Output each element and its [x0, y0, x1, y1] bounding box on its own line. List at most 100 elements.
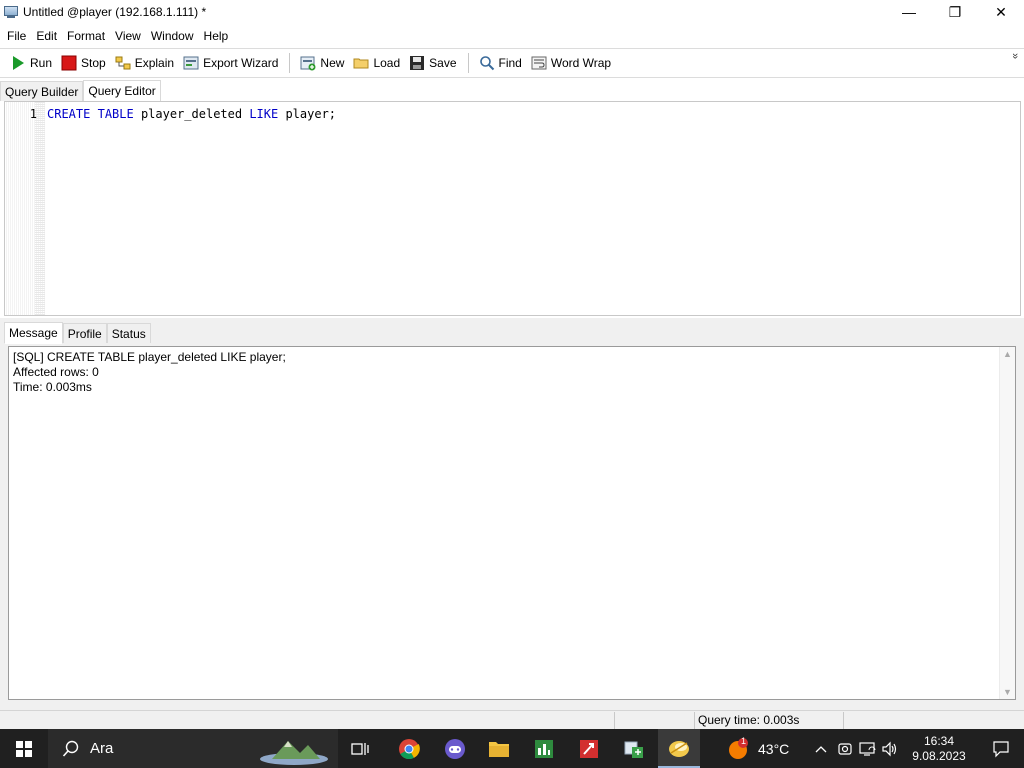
- run-button[interactable]: Run: [6, 52, 56, 74]
- fold-margin: [35, 102, 45, 315]
- notification-icon: [993, 740, 1009, 757]
- scroll-up-icon[interactable]: ▲: [1003, 349, 1012, 359]
- menu-file[interactable]: File: [2, 29, 31, 43]
- stop-icon: [61, 55, 77, 71]
- taskbar: Ara 1 43°C 16:34 9.08.2023: [0, 729, 1024, 768]
- sql-text: player_deleted: [133, 107, 250, 121]
- red-app-taskbar-button[interactable]: [569, 729, 609, 768]
- folder-icon: [489, 741, 509, 757]
- chrome-icon: [399, 738, 420, 759]
- sql-keyword: LIKE: [249, 107, 279, 121]
- tab-query-editor[interactable]: Query Editor: [83, 80, 161, 102]
- explain-icon: [115, 56, 131, 70]
- chrome-taskbar-button[interactable]: [389, 729, 429, 768]
- menu-window[interactable]: Window: [146, 29, 199, 43]
- folder-icon: [353, 58, 369, 69]
- navicat-icon: [669, 740, 689, 757]
- message-line: Time: 0.003ms: [13, 380, 92, 394]
- toolbar-separator: [467, 53, 469, 73]
- database-app-taskbar-button[interactable]: [614, 729, 654, 768]
- message-output[interactable]: [SQL] CREATE TABLE player_deleted LIKE p…: [8, 346, 1016, 700]
- network-icon: [859, 741, 876, 756]
- game-app-taskbar-button[interactable]: [435, 729, 475, 768]
- explain-button[interactable]: Explain: [111, 52, 178, 74]
- new-button[interactable]: New: [296, 52, 348, 74]
- restore-icon: ❐: [948, 3, 962, 20]
- start-button[interactable]: [0, 729, 48, 768]
- search-highlight-icon: [260, 741, 328, 765]
- tab-query-builder[interactable]: Query Builder: [0, 81, 84, 101]
- status-bar: Query time: 0.003s: [0, 710, 1024, 730]
- editor-tabs: Query Builder Query Editor: [0, 79, 161, 102]
- menu-help[interactable]: Help: [199, 29, 234, 43]
- message-line: Affected rows: 0: [13, 365, 99, 379]
- status-divider: [694, 712, 695, 729]
- sql-editor[interactable]: 1 CREATE TABLE player_deleted LIKE playe…: [4, 101, 1021, 316]
- minimize-icon: —: [902, 4, 916, 20]
- export-icon: [183, 56, 199, 70]
- volume-icon: [882, 741, 897, 756]
- sql-keyword: TABLE: [97, 107, 134, 121]
- notifications-button[interactable]: [978, 729, 1024, 768]
- save-button[interactable]: Save: [405, 52, 460, 74]
- tab-status[interactable]: Status: [106, 323, 151, 343]
- stop-button[interactable]: Stop: [57, 52, 110, 74]
- volume-button[interactable]: [880, 729, 900, 768]
- new-query-icon: [300, 56, 316, 71]
- gamepad-icon: [445, 738, 465, 759]
- menu-edit[interactable]: Edit: [31, 29, 62, 43]
- weather-badge: 1: [741, 736, 747, 746]
- word-wrap-button[interactable]: Word Wrap: [527, 52, 615, 74]
- chart-app-icon: [535, 739, 553, 758]
- result-tabs: Message Profile Status: [4, 321, 151, 344]
- scroll-down-icon[interactable]: ▼: [1003, 687, 1012, 697]
- menu-divider: [0, 48, 1024, 49]
- tray-overflow-button[interactable]: [812, 729, 830, 768]
- camera-icon: [838, 742, 852, 755]
- menu-format[interactable]: Format: [62, 29, 110, 43]
- meet-now-button[interactable]: [836, 729, 854, 768]
- search-icon: [62, 740, 79, 757]
- pdf-app-icon: [580, 739, 598, 758]
- code-line[interactable]: CREATE TABLE player_deleted LIKE player;: [47, 107, 336, 121]
- tab-profile[interactable]: Profile: [62, 323, 107, 343]
- load-button[interactable]: Load: [349, 52, 404, 74]
- clock-date: 9.08.2023: [912, 748, 966, 763]
- export-wizard-button[interactable]: Export Wizard: [179, 52, 282, 74]
- menu-view[interactable]: View: [110, 29, 146, 43]
- network-button[interactable]: [858, 729, 878, 768]
- search-icon: [479, 56, 494, 71]
- sun-icon: [729, 737, 748, 759]
- toolbar: Run Stop Explain Export Wizard New Load …: [0, 50, 1024, 76]
- temperature: 43°C: [758, 740, 790, 757]
- navicat-taskbar-button[interactable]: [658, 729, 700, 768]
- toolbar-overflow-icon[interactable]: »: [1009, 52, 1021, 60]
- chevron-up-icon: [815, 745, 827, 752]
- restore-button[interactable]: ❐: [932, 0, 978, 24]
- find-button[interactable]: Find: [475, 52, 526, 74]
- close-button[interactable]: ✕: [978, 0, 1024, 24]
- menu-bar: File Edit Format View Window Help: [0, 25, 1024, 47]
- task-view-icon: [351, 742, 369, 755]
- windows-icon: [16, 740, 32, 757]
- toolbar-divider: [0, 77, 1024, 78]
- clock[interactable]: 16:34 9.08.2023: [906, 729, 972, 768]
- sql-keyword: CREATE: [47, 107, 91, 121]
- close-icon: ✕: [995, 3, 1007, 20]
- task-view-button[interactable]: [340, 729, 380, 768]
- search-placeholder: Ara: [90, 740, 114, 757]
- query-time: Query time: 0.003s: [698, 713, 800, 727]
- clock-time: 16:34: [923, 733, 955, 748]
- sql-text: player;: [278, 107, 337, 121]
- vertical-scrollbar[interactable]: ▲ ▼: [999, 347, 1015, 699]
- save-icon: [410, 56, 425, 70]
- taskbar-search[interactable]: Ara: [48, 729, 338, 768]
- file-explorer-taskbar-button[interactable]: [479, 729, 519, 768]
- weather-widget[interactable]: 1 43°C: [726, 729, 796, 768]
- status-divider: [843, 712, 844, 729]
- status-divider: [614, 712, 615, 729]
- tab-message[interactable]: Message: [4, 322, 63, 344]
- minimize-button[interactable]: —: [886, 0, 932, 24]
- project-app-taskbar-button[interactable]: [524, 729, 564, 768]
